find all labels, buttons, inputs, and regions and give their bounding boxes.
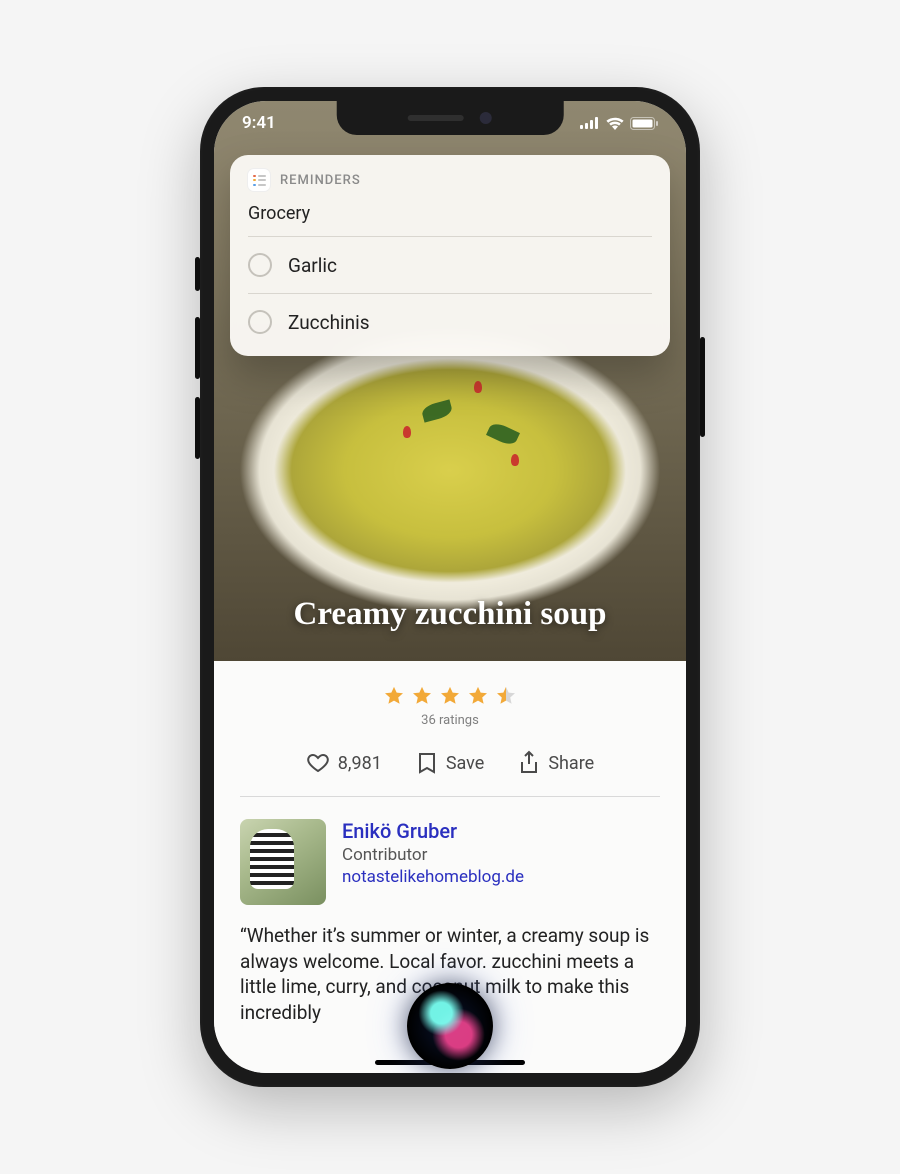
star-icon — [439, 685, 461, 707]
author-name: Enikö Gruber — [342, 819, 524, 843]
reminders-card[interactable]: REMINDERS Grocery Garlic Zucchinis — [230, 155, 670, 356]
reminder-checkbox[interactable] — [248, 310, 272, 334]
battery-icon — [630, 117, 658, 130]
save-label: Save — [446, 753, 485, 774]
reminders-app-icon — [248, 169, 270, 191]
cellular-icon — [580, 117, 600, 129]
reminders-app-label: REMINDERS — [280, 173, 361, 188]
mute-switch[interactable] — [195, 257, 200, 291]
reminder-item[interactable]: Garlic — [248, 237, 652, 294]
reminder-item-label: Garlic — [288, 254, 337, 277]
front-camera — [480, 112, 492, 124]
like-button[interactable]: 8,981 — [306, 750, 382, 776]
reminder-checkbox[interactable] — [248, 253, 272, 277]
reminder-item[interactable]: Zucchinis — [248, 294, 652, 350]
rating-stars[interactable] — [240, 685, 660, 707]
volume-up-button[interactable] — [195, 317, 200, 379]
like-count: 8,981 — [338, 753, 382, 774]
heart-icon — [306, 751, 330, 775]
reminders-list-title: Grocery — [248, 203, 652, 237]
phone-frame: 9:41 Creamy zucchini soup — [200, 87, 700, 1087]
star-icon — [411, 685, 433, 707]
reminder-item-label: Zucchinis — [288, 311, 370, 334]
share-button[interactable]: Share — [518, 750, 594, 776]
star-icon — [383, 685, 405, 707]
wifi-icon — [606, 117, 624, 130]
notch — [337, 101, 564, 135]
siri-orb[interactable] — [407, 983, 493, 1069]
star-icon — [467, 685, 489, 707]
author-block[interactable]: Enikö Gruber Contributor notastelikehome… — [240, 819, 660, 905]
author-role: Contributor — [342, 845, 524, 865]
bookmark-icon — [416, 751, 438, 775]
avatar — [240, 819, 326, 905]
star-half-icon — [495, 685, 517, 707]
status-time: 9:41 — [242, 113, 276, 133]
share-icon — [518, 750, 540, 776]
screen: 9:41 Creamy zucchini soup — [214, 101, 686, 1073]
author-site-link[interactable]: notastelikehomeblog.de — [342, 867, 524, 887]
save-button[interactable]: Save — [416, 750, 485, 776]
volume-down-button[interactable] — [195, 397, 200, 459]
speaker-grille — [408, 115, 464, 121]
share-label: Share — [548, 753, 594, 774]
ratings-count: 36 ratings — [240, 713, 660, 728]
recipe-title: Creamy zucchini soup — [294, 596, 607, 633]
power-button[interactable] — [700, 337, 705, 437]
